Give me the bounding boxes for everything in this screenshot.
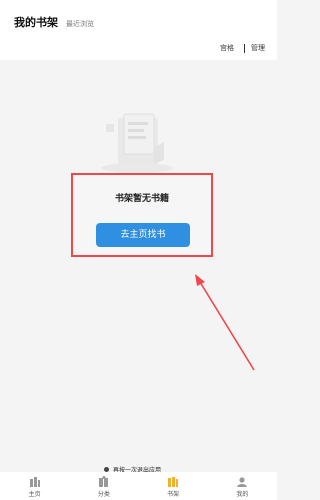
- empty-bookshelf-illustration: [101, 113, 173, 173]
- go-to-home-button[interactable]: 去主页找书: [96, 223, 190, 247]
- app-dot-icon: [104, 466, 109, 472]
- header-tabs: 我的书架 最近浏览: [14, 14, 94, 30]
- tools-divider: [244, 43, 245, 53]
- bookshelf-icon: [168, 477, 179, 487]
- tab-recent[interactable]: 最近浏览: [66, 19, 94, 29]
- nav-label-me: 我的: [236, 491, 249, 498]
- nav-item-me[interactable]: 我的: [212, 472, 272, 500]
- nav-item-bookshelf[interactable]: 书架: [143, 472, 203, 500]
- empty-state-box: 书架暂无书籍 去主页找书: [71, 173, 213, 257]
- nav-label-home: 主页: [28, 491, 41, 498]
- nav-label-bookshelf: 书架: [167, 491, 180, 498]
- manage-button[interactable]: 管理: [251, 43, 265, 53]
- bottom-nav: 主页 分类 书架 我的: [0, 472, 277, 500]
- tab-my-bookshelf[interactable]: 我的书架: [14, 14, 58, 30]
- header-tools: 宫格 管理: [220, 43, 265, 53]
- user-icon: [237, 477, 248, 487]
- empty-state-title: 书架暂无书籍: [114, 194, 169, 204]
- book-stack-icon: [29, 477, 40, 487]
- nav-item-category[interactable]: 分类: [74, 472, 134, 500]
- nav-item-home[interactable]: 主页: [5, 472, 65, 500]
- nav-label-category: 分类: [97, 491, 110, 498]
- grid-view-button[interactable]: 宫格: [220, 43, 234, 53]
- category-icon: [98, 476, 108, 487]
- header: 我的书架 最近浏览 宫格 管理: [0, 0, 277, 60]
